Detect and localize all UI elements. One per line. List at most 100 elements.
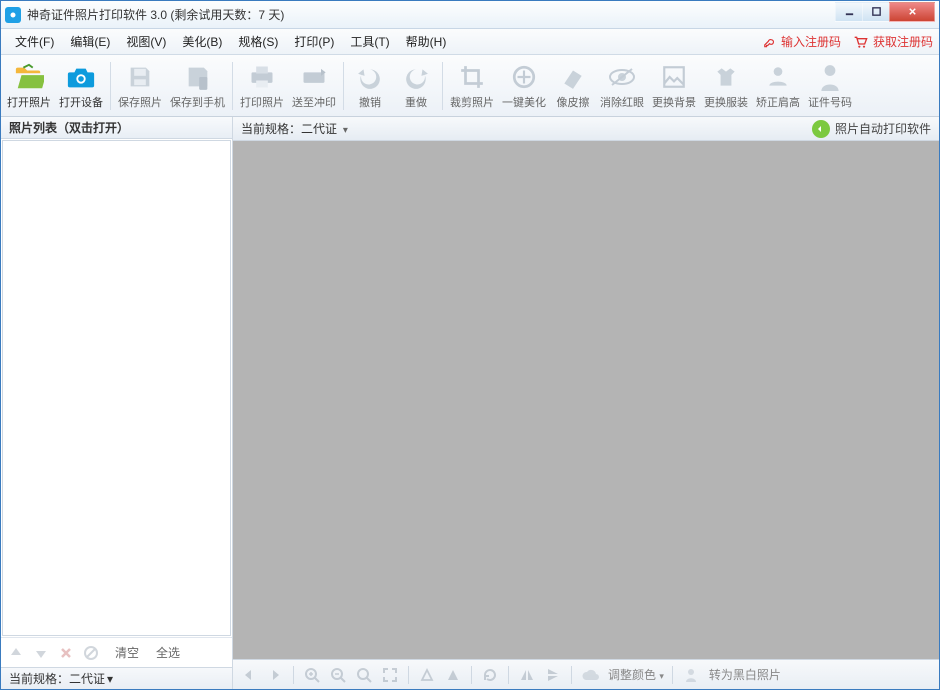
eraser-button[interactable]: 像皮擦 <box>550 57 596 115</box>
status-value: 二代证 <box>69 670 105 687</box>
remove-button[interactable] <box>55 642 77 664</box>
redeye-button[interactable]: 消除红眼 <box>596 57 648 115</box>
auto-print-icon <box>812 120 830 138</box>
print-photo-button[interactable]: 打印照片 <box>236 57 288 115</box>
select-all-button[interactable]: 全选 <box>152 644 184 661</box>
main-area: 照片列表（双击打开） 清空 全选 当前规格： 二代证 ▾ 当前规格：二代证 ▾ … <box>1 117 939 689</box>
shoulder-button[interactable]: 矫正肩高 <box>752 57 804 115</box>
prev-button[interactable] <box>239 665 259 685</box>
one-beauty-button[interactable]: 一键美化 <box>498 57 550 115</box>
window-controls <box>836 2 935 22</box>
open-photo-button[interactable]: 打开照片 <box>3 57 55 115</box>
refresh-button[interactable] <box>480 665 500 685</box>
menu-view[interactable]: 视图(V) <box>118 29 174 54</box>
id-number-label: 证件号码 <box>808 94 852 110</box>
id-number-button[interactable]: 证件号码 <box>804 57 856 115</box>
redo-label: 重做 <box>405 94 427 110</box>
magic-icon <box>509 62 539 92</box>
move-down-button[interactable] <box>30 642 52 664</box>
folder-open-icon <box>14 62 44 92</box>
zoom-in-button[interactable] <box>302 665 322 685</box>
get-reg-code-label: 获取注册码 <box>873 33 933 50</box>
rotate-left-button[interactable] <box>417 665 437 685</box>
open-device-label: 打开设备 <box>59 94 103 110</box>
fullscreen-button[interactable] <box>380 665 400 685</box>
current-spec[interactable]: 当前规格：二代证 ▾ <box>241 120 348 137</box>
toolbar-sep <box>343 62 344 110</box>
shoulder-label: 矫正肩高 <box>756 94 800 110</box>
redeye-icon <box>607 62 637 92</box>
move-up-button[interactable] <box>5 642 27 664</box>
eraser-label: 像皮擦 <box>557 94 590 110</box>
open-photo-label: 打开照片 <box>7 94 51 110</box>
maximize-button[interactable] <box>862 2 890 22</box>
menu-file[interactable]: 文件(F) <box>7 29 62 54</box>
menu-spec[interactable]: 规格(S) <box>230 29 286 54</box>
eraser-icon <box>558 62 588 92</box>
crop-icon <box>457 62 487 92</box>
save-photo-label: 保存照片 <box>118 94 162 110</box>
auto-print-label: 照片自动打印软件 <box>835 120 931 137</box>
titlebar: 神奇证件照片打印软件 3.0 (剩余试用天数：7 天) <box>1 1 939 29</box>
save-photo-button[interactable]: 保存照片 <box>114 57 166 115</box>
camera-icon <box>66 62 96 92</box>
adjust-color-button[interactable]: 调整颜色 ▾ <box>608 666 664 683</box>
send-print-label: 送至冲印 <box>292 94 336 110</box>
clothes-button[interactable]: 更换服装 <box>700 57 752 115</box>
minimize-button[interactable] <box>835 2 863 22</box>
left-panel: 照片列表（双击打开） 清空 全选 当前规格： 二代证 ▾ <box>1 117 233 689</box>
undo-label: 撤销 <box>359 94 381 110</box>
close-button[interactable] <box>889 2 935 22</box>
clothes-label: 更换服装 <box>704 94 748 110</box>
canvas-header: 当前规格：二代证 ▾ 照片自动打印软件 <box>233 117 939 141</box>
rotate-right-button[interactable] <box>443 665 463 685</box>
key-icon <box>763 35 777 49</box>
cart-icon <box>851 34 869 50</box>
app-icon <box>5 7 21 23</box>
redo-button[interactable]: 重做 <box>393 57 439 115</box>
undo-button[interactable]: 撤销 <box>347 57 393 115</box>
photo-list-header: 照片列表（双击打开） <box>1 117 232 139</box>
zoom-fit-button[interactable] <box>354 665 374 685</box>
canvas-toolbar: 调整颜色 ▾ 转为黑白照片 <box>233 659 939 689</box>
chevron-down-icon: ▾ <box>659 671 664 681</box>
window-title: 神奇证件照片打印软件 3.0 (剩余试用天数：7 天) <box>27 6 836 23</box>
clear-button[interactable]: 清空 <box>111 644 143 661</box>
redeye-label: 消除红眼 <box>600 94 644 110</box>
photo-list[interactable] <box>2 140 231 636</box>
bg-button[interactable]: 更换背景 <box>648 57 700 115</box>
menu-tool[interactable]: 工具(T) <box>342 29 397 54</box>
redo-icon <box>401 62 431 92</box>
next-button[interactable] <box>265 665 285 685</box>
flip-h-button[interactable] <box>517 665 537 685</box>
save-phone-label: 保存到手机 <box>170 94 225 110</box>
one-beauty-label: 一键美化 <box>502 94 546 110</box>
save-icon <box>125 62 155 92</box>
person-icon <box>815 62 845 92</box>
open-device-button[interactable]: 打开设备 <box>55 57 107 115</box>
auto-print-link[interactable]: 照片自动打印软件 <box>812 120 931 138</box>
enter-reg-code[interactable]: 输入注册码 <box>763 33 841 50</box>
spec-label: 当前规格： <box>241 122 301 136</box>
save-phone-button[interactable]: 保存到手机 <box>166 57 229 115</box>
bg-label: 更换背景 <box>652 94 696 110</box>
menubar: 文件(F) 编辑(E) 视图(V) 美化(B) 规格(S) 打印(P) 工具(T… <box>1 29 939 55</box>
crop-button[interactable]: 裁剪照片 <box>446 57 498 115</box>
canvas[interactable] <box>233 141 939 659</box>
left-status[interactable]: 当前规格： 二代证 ▾ <box>1 667 232 689</box>
chevron-down-icon: ▾ <box>107 672 113 686</box>
get-reg-code[interactable]: 获取注册码 <box>851 33 933 50</box>
menu-beauty[interactable]: 美化(B) <box>174 29 230 54</box>
menu-edit[interactable]: 编辑(E) <box>62 29 118 54</box>
printer-icon <box>247 62 277 92</box>
toolbar-sep <box>110 62 111 110</box>
flip-v-button[interactable] <box>543 665 563 685</box>
delete-button[interactable] <box>80 642 102 664</box>
toolbar: 打开照片 打开设备 保存照片 保存到手机 打印照片 送至冲印 撤销 重做 裁剪照… <box>1 55 939 117</box>
zoom-out-button[interactable] <box>328 665 348 685</box>
menu-print[interactable]: 打印(P) <box>286 29 342 54</box>
menu-help[interactable]: 帮助(H) <box>398 29 455 54</box>
crop-label: 裁剪照片 <box>450 94 494 110</box>
send-print-button[interactable]: 送至冲印 <box>288 57 340 115</box>
to-bw-button[interactable]: 转为黑白照片 <box>709 666 781 683</box>
